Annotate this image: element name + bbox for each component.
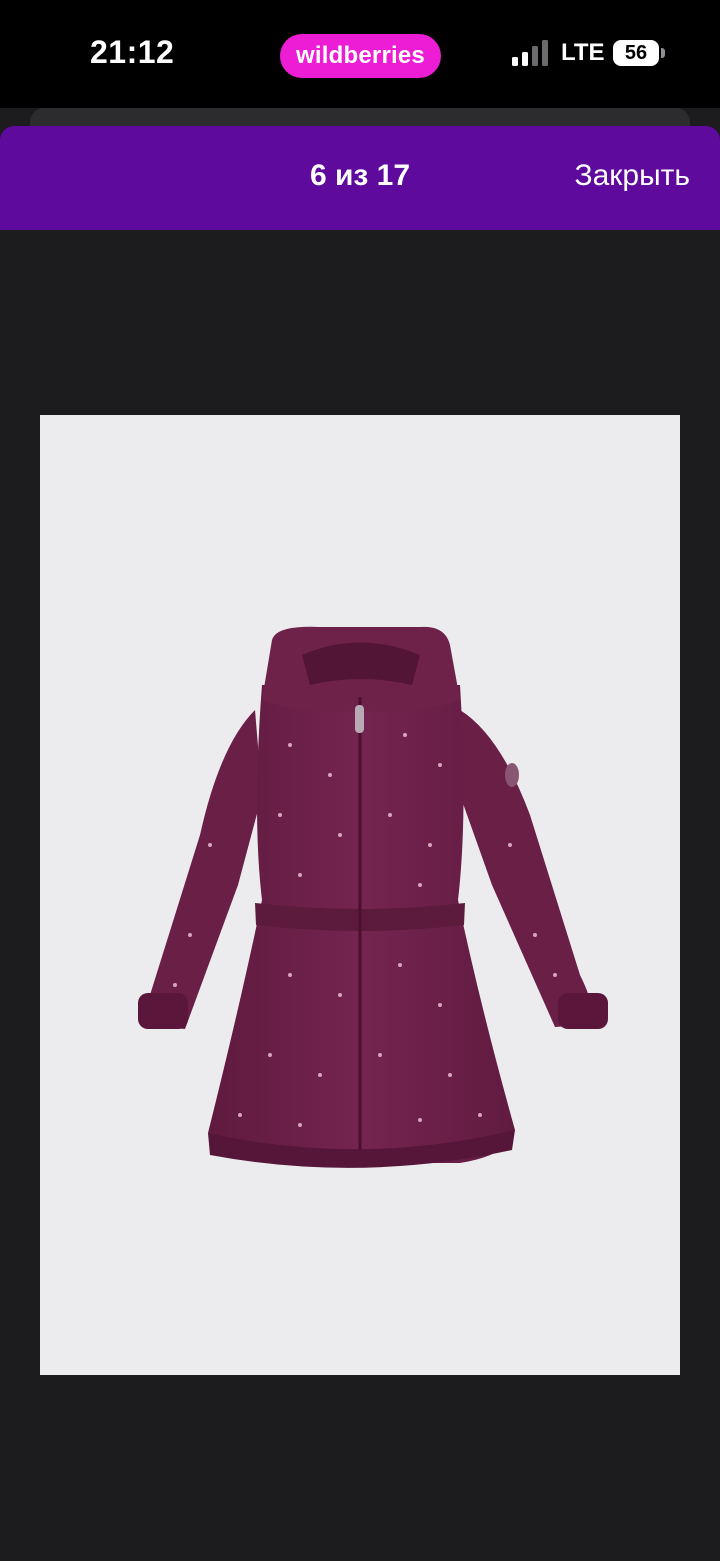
battery-level: 56 — [624, 41, 648, 64]
product-photo[interactable] — [40, 415, 680, 1375]
brand-label: wildberries — [296, 42, 425, 69]
jacket-illustration — [138, 626, 608, 1168]
battery-icon: 56 — [613, 40, 659, 66]
close-button[interactable]: Закрыть — [574, 159, 690, 193]
battery-cap — [661, 48, 665, 58]
gallery-header: 6 из 17 Закрыть — [0, 126, 720, 230]
cellular-signal-icon — [512, 40, 548, 66]
brand-pill[interactable]: wildberries — [280, 34, 441, 78]
status-time: 21:12 — [90, 34, 175, 70]
status-bar: 21:12 wildberries LTE 56 — [0, 0, 720, 108]
network-type: LTE — [561, 39, 605, 66]
